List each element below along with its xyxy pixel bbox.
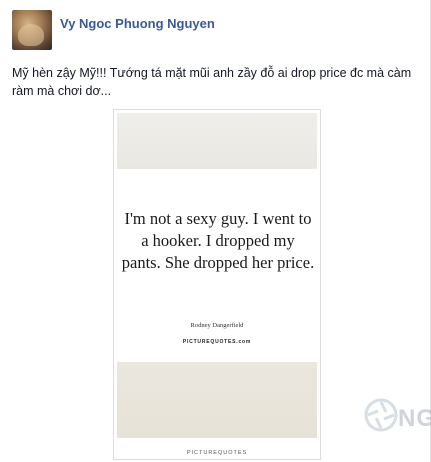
photo-bottom-band: [117, 362, 317, 438]
author-avatar[interactable]: [12, 10, 52, 50]
quote-text: I'm not a sexy guy. I went to a hooker. …: [121, 209, 315, 272]
photo-top-band: [117, 113, 317, 169]
author-name-link[interactable]: Vy Ngoc Phuong Nguyen: [60, 16, 215, 31]
post-message: Mỹ hèn zậy Mỹ!!! Tướng tá mặt mũi anh zầ…: [12, 66, 412, 98]
camera-aperture-icon: [364, 398, 398, 432]
quote-author: Rodney Dangerfield: [190, 322, 244, 329]
quote-site-label: PICTUREQUOTES.com: [182, 339, 252, 345]
quote-site-footer: PICTUREQUOTES: [186, 450, 248, 456]
facebook-post: Vy Ngoc Phuong Nguyen Mỹ hèn zậy Mỹ!!! T…: [0, 0, 431, 462]
watermark-text: NG: [398, 405, 431, 432]
post-photo[interactable]: I'm not a sexy guy. I went to a hooker. …: [113, 109, 321, 460]
